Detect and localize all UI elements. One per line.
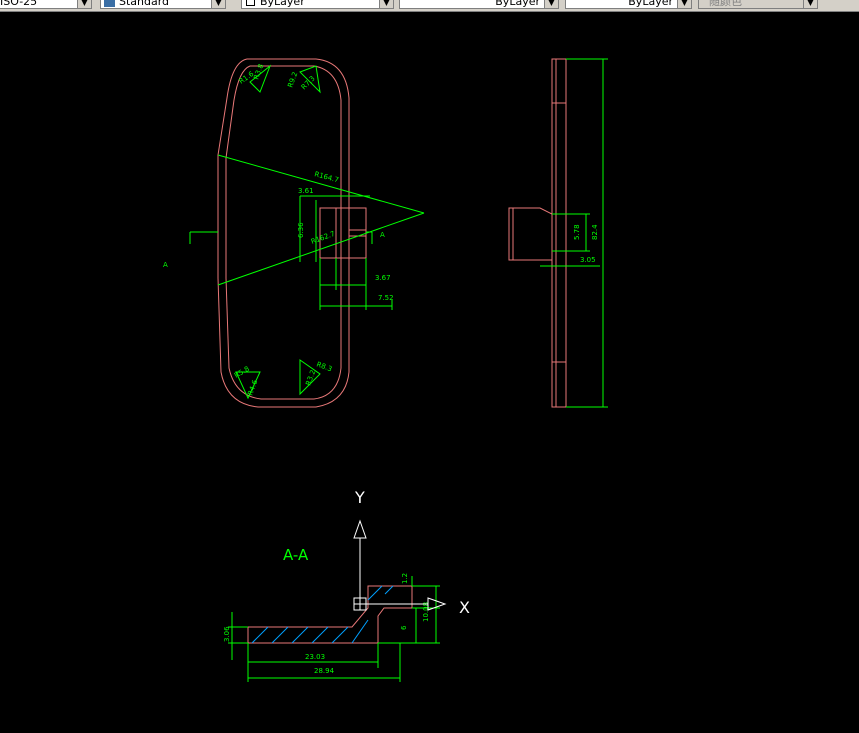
section-mark-left: A: [163, 261, 168, 269]
properties-toolbar: ISO-25 ▼ Standard ▼ ByLayer ▼ ByLayer ▼ …: [0, 0, 859, 12]
radius-label: R9.2: [286, 71, 299, 89]
text-style-value: Standard: [119, 0, 170, 8]
plot-style-value: 随颜色: [709, 0, 742, 8]
dim-6-36: 6.36: [297, 222, 305, 238]
dim-5-78: 5.78: [573, 224, 581, 240]
chevron-down-icon: ▼: [379, 0, 393, 8]
dim-28-94: 28.94: [314, 667, 335, 675]
dim-23-03: 23.03: [305, 653, 325, 661]
dim-10-08: 10.08: [422, 602, 430, 622]
dim-3-05: 3.05: [580, 256, 596, 264]
ucs-x-label: X: [459, 598, 470, 617]
section-mark-right: A: [380, 231, 385, 239]
drawing-canvas[interactable]: R1.6 R3.8 R9.2 R7.3 R164.7 R162.7 R5.8 R…: [0, 12, 859, 733]
chevron-down-icon: ▼: [544, 0, 558, 8]
text-style-icon: [104, 0, 115, 7]
layer-color-dropdown[interactable]: ByLayer ▼: [241, 0, 394, 9]
chevron-down-icon: ▼: [677, 0, 691, 8]
section-title: A-A: [283, 546, 309, 564]
linetype-dropdown[interactable]: ByLayer ▼: [399, 0, 559, 9]
chevron-down-icon: ▼: [211, 0, 225, 8]
front-view: [217, 58, 367, 408]
radius-label: R3.2: [304, 369, 317, 387]
section-hatch: [251, 585, 394, 644]
dimension-style-value: ISO-25: [0, 0, 38, 8]
text-style-dropdown[interactable]: Standard ▼: [100, 0, 226, 9]
dim-82-4: 82.4: [591, 224, 599, 240]
radius-label: R164.7: [313, 170, 339, 184]
dim-6: 6: [400, 625, 408, 630]
color-swatch-icon: [246, 0, 255, 6]
front-dim-texts: R1.6 R3.8 R9.2 R7.3 R164.7 R162.7 R5.8 R…: [233, 63, 394, 397]
section-view: [247, 585, 413, 644]
dim-1-2: 1.2: [401, 573, 409, 584]
ucs-y-label: Y: [354, 488, 365, 507]
plot-style-dropdown[interactable]: 随颜色 ▼: [698, 0, 818, 9]
radius-label: R8.3: [315, 360, 333, 373]
chevron-down-icon: ▼: [803, 0, 817, 8]
dim-3-61: 3.61: [298, 187, 314, 195]
layer-color-value: ByLayer: [260, 0, 305, 8]
dim-7-52: 7.52: [378, 294, 394, 302]
front-dimensions: [189, 64, 425, 400]
radius-label: R7.3: [300, 74, 317, 91]
lineweight-value: ByLayer: [628, 0, 673, 8]
chevron-down-icon: ▼: [77, 0, 91, 8]
radius-label: R4.6: [246, 378, 259, 396]
side-view: [508, 58, 567, 408]
radius-label: R162.7: [310, 230, 336, 246]
radius-label: R5.8: [233, 365, 251, 380]
lineweight-dropdown[interactable]: ByLayer ▼: [565, 0, 692, 9]
section-dim-texts: 3.06 23.03 28.94 1.2 10.08 6: [223, 573, 430, 675]
dim-3-06: 3.06: [223, 626, 231, 642]
dimension-style-dropdown[interactable]: ISO-25 ▼: [0, 0, 92, 9]
linetype-value: ByLayer: [495, 0, 540, 8]
dim-3-67: 3.67: [375, 274, 391, 282]
